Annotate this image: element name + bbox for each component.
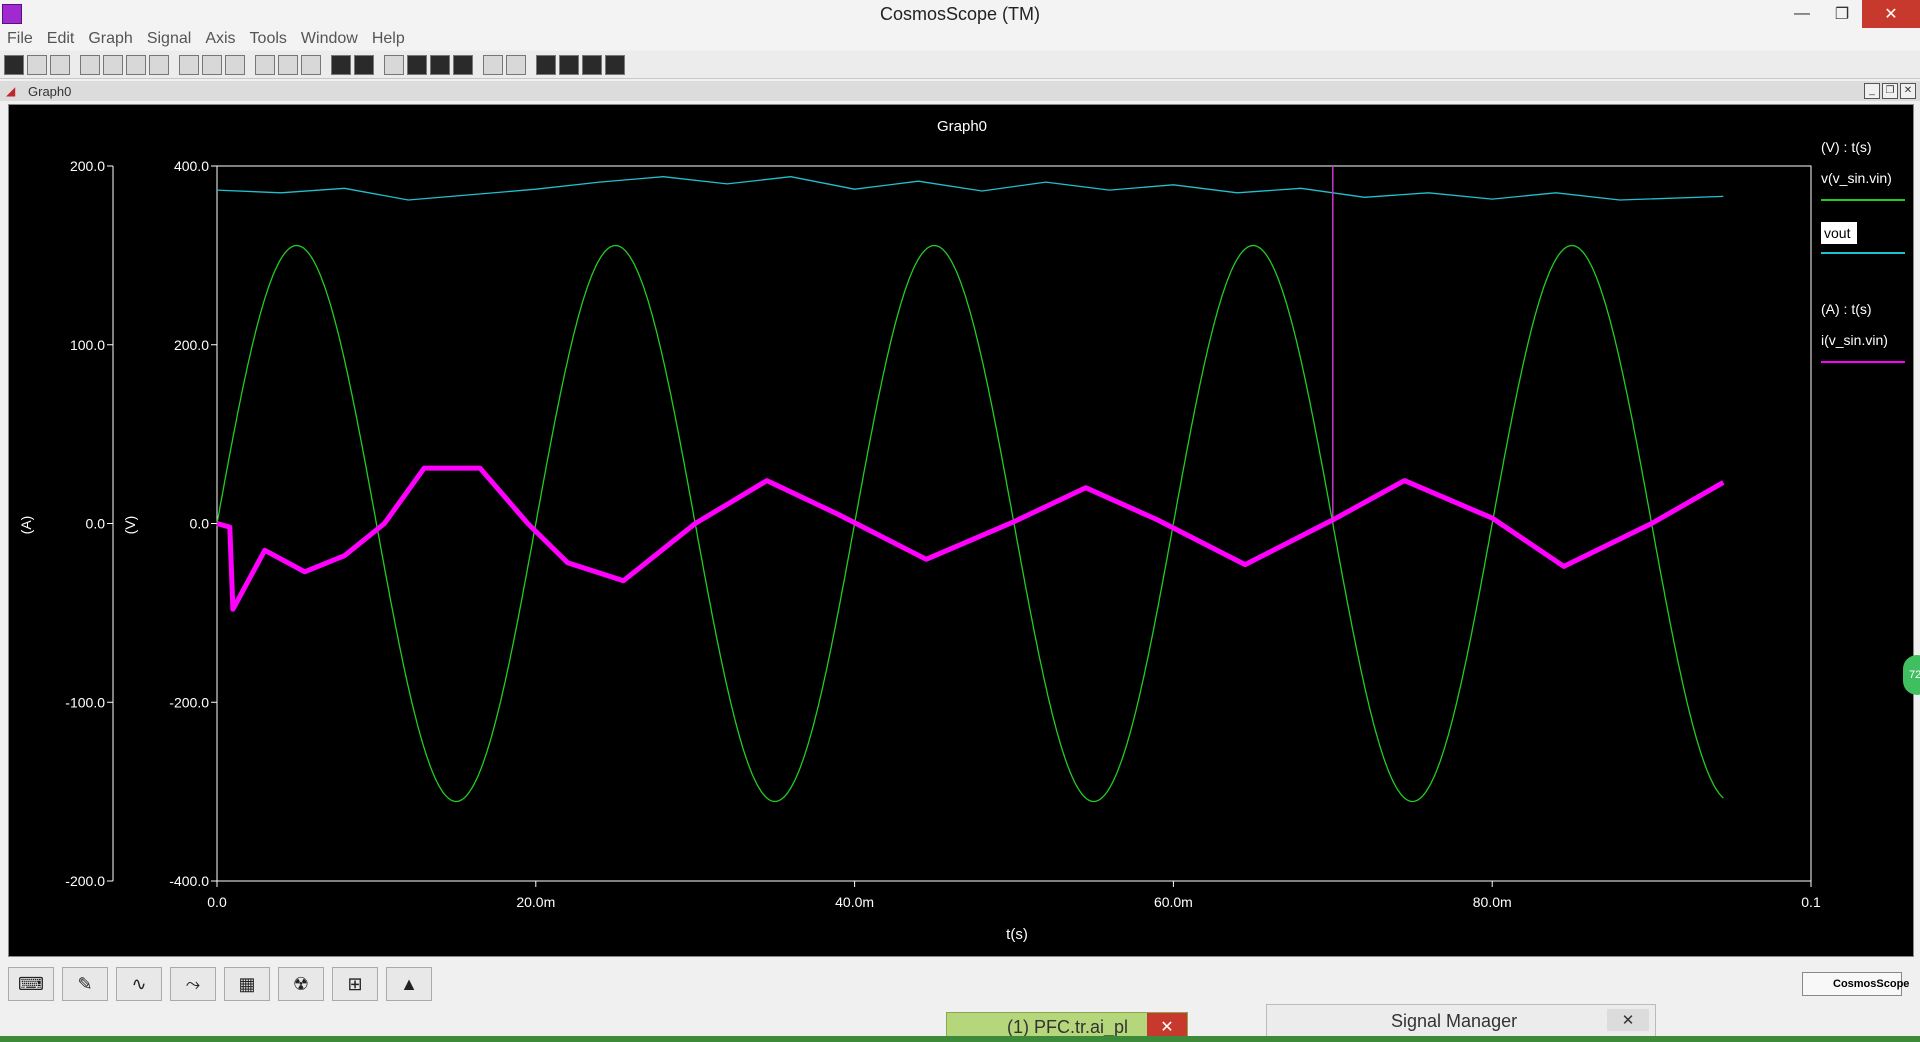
wheel2-icon[interactable]	[50, 54, 70, 75]
taskbar-strip	[0, 1036, 1920, 1042]
x-axis-tick-label: 0.0	[207, 894, 227, 910]
legend: (V) : t(s) v(v_sin.vin) vout (A) : t(s) …	[1821, 139, 1905, 363]
copy-icon[interactable]	[202, 54, 222, 75]
bug2-icon[interactable]	[506, 54, 526, 75]
series-layer	[216, 166, 1725, 803]
signal-manager-window[interactable]: Signal Manager ✕	[1266, 1004, 1656, 1038]
matlab-icon[interactable]: ▲	[386, 967, 432, 1001]
left-axis-tick-label: 0.0	[86, 516, 106, 532]
graph-window-title: Graph0	[28, 83, 72, 99]
right-axis-tick-label: -200.0	[169, 694, 209, 710]
window-controls: — ❐ ✕	[1782, 0, 1920, 28]
save-icon[interactable]	[126, 54, 146, 75]
cosmosscope-logo: CosmosScope	[1802, 972, 1909, 996]
x-axis-tick-label: 0.1	[1801, 894, 1821, 910]
graph-close-button[interactable]: ✕	[1900, 83, 1916, 99]
graph-icon: ◢	[6, 84, 16, 98]
measure-icon[interactable]: ⤳	[170, 967, 216, 1001]
new-graph-icon[interactable]	[4, 54, 24, 75]
stack-icon[interactable]	[331, 54, 351, 75]
window-title: CosmosScope (TM)	[879, 3, 1041, 24]
refresh-icon[interactable]	[453, 54, 473, 75]
split-icon[interactable]	[354, 54, 374, 75]
left-axis-label: (A)	[18, 516, 34, 535]
legend-group-a: (A) : t(s)	[1821, 301, 1872, 317]
legend-vout[interactable]: vout	[1824, 225, 1851, 241]
axis-ticks: 200.0 100.0 0.0 -100.0 -200.0 400.0 200.0 0.0 -2…	[65, 158, 1821, 910]
reload-icon[interactable]	[103, 54, 123, 75]
minimize-button[interactable]: —	[1782, 0, 1822, 28]
menu-graph[interactable]: Graph	[81, 30, 139, 48]
x-axis-tick-label: 40.0m	[835, 894, 874, 910]
left-axis-tick-label: 200.0	[70, 158, 105, 174]
left-axis-tick-label: -200.0	[65, 873, 105, 889]
open-icon[interactable]	[80, 54, 100, 75]
legend-group-v: (V) : t(s)	[1821, 139, 1872, 155]
graph-restore-button[interactable]: ❐	[1882, 83, 1898, 99]
signal-manager-close-button[interactable]: ✕	[1607, 1009, 1649, 1031]
schematic-icon[interactable]: ⊞	[332, 967, 378, 1001]
measure-c-icon[interactable]	[582, 54, 602, 75]
zoom-in-icon[interactable]	[255, 54, 275, 75]
menu-edit[interactable]: Edit	[40, 30, 82, 48]
ruler-icon[interactable]	[430, 54, 450, 75]
x-axis-tick-label: 20.0m	[516, 894, 555, 910]
menu-signal[interactable]: Signal	[140, 30, 198, 48]
series-vout	[216, 176, 1724, 201]
zoom-fit-icon[interactable]	[278, 54, 298, 75]
cut-icon[interactable]	[179, 54, 199, 75]
measure-b-icon[interactable]	[559, 54, 579, 75]
menu-file[interactable]: File	[0, 30, 40, 48]
plot-title: Graph0	[937, 118, 987, 135]
calculator-icon[interactable]: ▦	[224, 967, 270, 1001]
plot-area[interactable]: Graph0 (A) (V) t(s) 200.0 100.0 0.0 -100.0 -…	[8, 104, 1914, 957]
menu-window[interactable]: Window	[294, 30, 365, 48]
x-axis-tick-label: 80.0m	[1473, 894, 1512, 910]
plot-svg[interactable]: Graph0 (A) (V) t(s) 200.0 100.0 0.0 -100.0 -…	[9, 105, 1913, 956]
left-axis-tick-label: 100.0	[70, 337, 105, 353]
series-i-sin-vin	[216, 465, 1725, 612]
taskbar: (1) PFC.tr.ai_pl ✕ Signal Manager ✕	[0, 1004, 1920, 1042]
radiation-icon[interactable]: ☢	[278, 967, 324, 1001]
paste-icon[interactable]	[225, 54, 245, 75]
signal-manager-label: Signal Manager	[1391, 1010, 1518, 1031]
wheel-icon[interactable]	[27, 54, 47, 75]
menu-tools[interactable]: Tools	[243, 30, 294, 48]
grid-icon[interactable]	[407, 54, 427, 75]
toolbar	[0, 51, 1920, 79]
marker-icon[interactable]	[384, 54, 404, 75]
waveform-icon[interactable]: ∿	[116, 967, 162, 1001]
menu-help[interactable]: Help	[365, 30, 412, 48]
title-bar: CosmosScope (TM) — ❐ ✕	[0, 0, 1920, 28]
close-button[interactable]: ✕	[1862, 0, 1920, 28]
x-axis-label: t(s)	[1006, 926, 1028, 943]
right-axis-tick-label: -400.0	[169, 873, 209, 889]
task-pfc-label: (1) PFC.tr.ai_pl	[1007, 1016, 1129, 1037]
menu-axis[interactable]: Axis	[198, 30, 242, 48]
print-icon[interactable]	[149, 54, 169, 75]
pencil-icon[interactable]: ✎	[62, 967, 108, 1001]
legend-v-signal[interactable]: v(v_sin.vin)	[1821, 170, 1892, 186]
menu-bar: File Edit Graph Signal Axis Tools Window…	[0, 28, 1920, 50]
graph-window-controls: _ ❐ ✕	[1864, 83, 1916, 99]
bug-icon[interactable]	[483, 54, 503, 75]
bottom-toolbar: ⌨ ✎ ∿ ⤳ ▦ ☢ ⊞ ▲	[0, 964, 1920, 1004]
restore-button[interactable]: ❐	[1822, 0, 1862, 28]
measure-a-icon[interactable]	[536, 54, 556, 75]
keyboard-icon[interactable]: ⌨	[8, 967, 54, 1001]
graph-window-titlebar: ◢ Graph0 _ ❐ ✕	[0, 81, 1920, 101]
measure-d-icon[interactable]	[605, 54, 625, 75]
x-axis-tick-label: 60.0m	[1154, 894, 1193, 910]
right-axis-label: (V)	[122, 516, 138, 535]
app-icon	[2, 4, 22, 24]
graph-minimize-button[interactable]: _	[1864, 83, 1880, 99]
side-notification-bubble[interactable]: 72	[1903, 655, 1920, 695]
left-axis-tick-label: -100.0	[65, 694, 105, 710]
right-axis-tick-label: 0.0	[190, 516, 210, 532]
zoom-out-icon[interactable]	[301, 54, 321, 75]
right-axis-tick-label: 200.0	[174, 337, 209, 353]
legend-i-signal[interactable]: i(v_sin.vin)	[1821, 332, 1888, 348]
right-axis-tick-label: 400.0	[174, 158, 209, 174]
